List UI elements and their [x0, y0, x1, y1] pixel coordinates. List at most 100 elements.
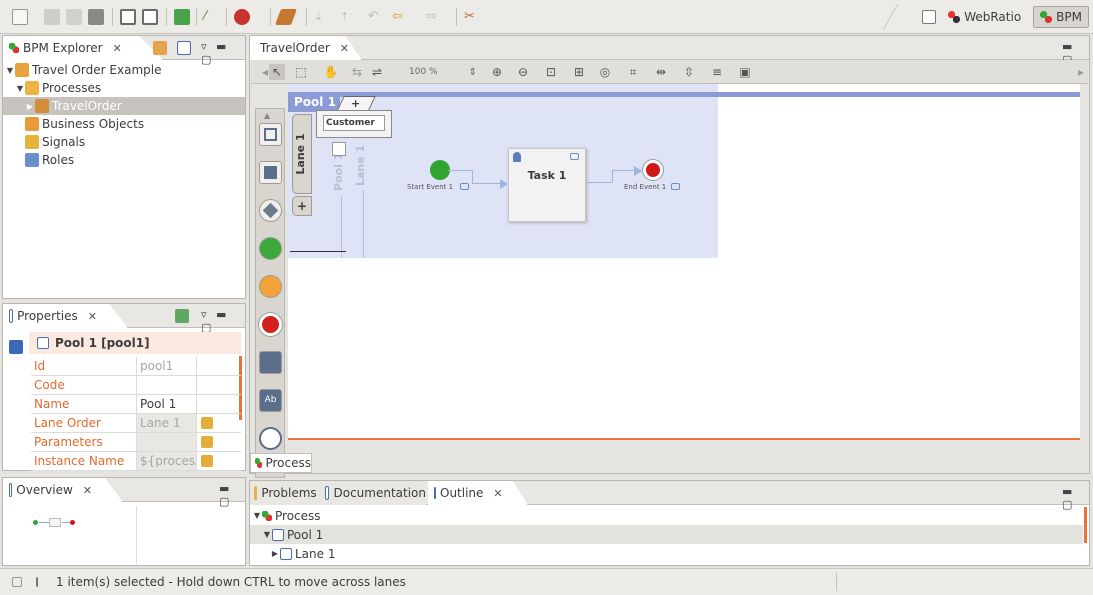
open-perspective-icon[interactable] [922, 9, 937, 24]
property-value[interactable]: Lane 1 [137, 414, 197, 432]
pool-label[interactable]: Pool 1 [288, 92, 340, 112]
link-icon[interactable] [153, 41, 167, 55]
tree-item[interactable]: Signals [3, 133, 245, 151]
end-event[interactable] [643, 160, 663, 180]
brush-icon[interactable] [275, 9, 297, 25]
search-wand-icon[interactable]: ✂ [464, 9, 480, 25]
outline-item[interactable]: ▼ Process [250, 506, 1083, 525]
property-row[interactable]: Instance Name ${processI [31, 452, 241, 471]
property-row[interactable]: Parameters [31, 433, 241, 452]
zoom-selection-icon[interactable]: ⊞ [571, 64, 587, 80]
task-tool-icon[interactable] [259, 351, 282, 374]
zoom-reset-icon[interactable]: ◎ [597, 64, 613, 80]
close-icon[interactable]: ✕ [113, 42, 122, 55]
zoom-select[interactable]: 100 % ⇕ [401, 63, 481, 81]
sequence-flow[interactable] [472, 183, 502, 184]
overview-thumbnail[interactable] [9, 506, 137, 564]
marquee-tool-icon[interactable]: ⬚ [293, 64, 309, 80]
expand-icon[interactable]: ▼ [262, 530, 272, 539]
comment-icon[interactable] [570, 153, 579, 160]
tree-item[interactable]: ▼ Travel Order Example [3, 61, 245, 79]
distribute-vertical-icon[interactable]: ⇳ [681, 64, 697, 80]
window-icon[interactable] [120, 9, 136, 25]
palette-scroll-up-icon[interactable]: ▲ [264, 111, 270, 120]
pool-tool-icon[interactable] [259, 123, 282, 146]
export-icon[interactable]: ▣ [737, 64, 753, 80]
comment-icon[interactable] [671, 183, 680, 190]
align-icon[interactable]: ⌗ [625, 64, 641, 80]
close-icon[interactable]: ✕ [493, 487, 502, 500]
tab-problems[interactable]: Problems Documentation [250, 481, 426, 505]
tab-overview[interactable]: Overview ✕ [3, 478, 123, 502]
property-value[interactable]: pool1 [137, 357, 197, 375]
property-value[interactable]: Pool 1 [137, 395, 197, 413]
lane-tab[interactable]: Lane 1 [292, 114, 312, 194]
next-annotation-icon[interactable]: ⇣ [314, 9, 330, 25]
property-row[interactable]: Code [31, 376, 241, 395]
run-icon[interactable] [174, 9, 190, 25]
debug-icon[interactable] [234, 9, 250, 25]
collapse-icon[interactable] [177, 41, 191, 55]
outline-scrollbar[interactable] [1084, 507, 1087, 543]
message-event-tool-icon[interactable] [259, 275, 282, 298]
save-all-icon[interactable] [66, 9, 82, 25]
diagram-canvas[interactable]: Pool 1 + Lane 1 + Pool 1 Lane 1 Customer… [288, 84, 1080, 440]
edit-icon[interactable] [201, 455, 213, 467]
outline-item-selected[interactable]: ▼ Pool 1 [250, 525, 1083, 544]
flow-tool-icon[interactable]: ⇌ [369, 64, 385, 80]
comment-icon[interactable] [460, 183, 469, 190]
tab-process[interactable]: Process [250, 453, 312, 473]
save-icon[interactable] [44, 9, 60, 25]
property-value[interactable] [137, 433, 197, 451]
expand-icon[interactable]: ▶ [270, 549, 280, 558]
resize-icon[interactable] [332, 142, 346, 156]
view-menu-icon[interactable]: ▿ ▬ ▢ [201, 308, 245, 334]
expand-icon[interactable]: ▼ [5, 66, 15, 75]
start-event[interactable] [430, 160, 450, 180]
end-event-tool-icon[interactable] [259, 313, 282, 336]
lane-tool-icon[interactable] [259, 161, 282, 184]
list-icon[interactable]: ≡ [709, 64, 725, 80]
wand-icon[interactable]: ⁄ [204, 9, 220, 25]
timer-tool-icon[interactable] [259, 427, 282, 450]
expand-icon[interactable]: ▶ [25, 102, 35, 111]
connect-tool-icon[interactable]: ⇆ [349, 64, 365, 80]
property-row[interactable]: Name Pool 1 [31, 395, 241, 414]
expand-icon[interactable]: ▼ [15, 84, 25, 93]
last-edit-icon[interactable]: ↶ [368, 9, 384, 25]
lane-rename-input[interactable]: Customer [323, 115, 385, 131]
sequence-flow[interactable] [612, 170, 613, 183]
close-icon[interactable]: ✕ [340, 42, 349, 55]
zoom-fit-icon[interactable]: ⊡ [543, 64, 559, 80]
new-icon[interactable] [12, 9, 28, 25]
scroll-right-icon[interactable]: ▸ [1073, 64, 1089, 80]
tree-item[interactable]: Business Objects [3, 115, 245, 133]
property-value[interactable]: ${processI [137, 452, 197, 470]
pan-tool-icon[interactable]: ✋ [323, 64, 339, 80]
tree-item[interactable]: Roles [3, 151, 245, 169]
tree-item[interactable]: ▼ Processes [3, 79, 245, 97]
window-controls[interactable]: ▬ ▢ [219, 482, 245, 508]
sequence-flow[interactable] [612, 170, 636, 171]
edit-icon[interactable] [201, 417, 213, 429]
pin-icon[interactable] [175, 309, 189, 323]
back-icon[interactable]: ⇦ [392, 9, 408, 25]
print-icon[interactable] [88, 9, 104, 25]
sequence-flow[interactable] [472, 170, 473, 184]
forward-icon[interactable]: ⇨ [426, 9, 442, 25]
gateway-tool-icon[interactable] [259, 199, 282, 222]
close-icon[interactable]: ✕ [83, 484, 92, 497]
select-tool-icon[interactable]: ↖ [269, 64, 285, 80]
zoom-in-icon[interactable]: ⊕ [489, 64, 505, 80]
text-tool-icon[interactable]: Ab [259, 389, 282, 412]
sequence-flow[interactable] [448, 170, 472, 171]
property-row[interactable]: Id pool1 [31, 357, 241, 376]
tab-properties[interactable]: Properties ✕ [3, 304, 128, 328]
tab-bpm-explorer[interactable]: BPM Explorer ✕ [3, 36, 163, 60]
tab-travel-order[interactable]: TravelOrder ✕ [250, 36, 362, 60]
start-event-tool-icon[interactable] [259, 237, 282, 260]
perspective-bpm[interactable]: BPM [1033, 5, 1089, 28]
edit-icon[interactable] [201, 436, 213, 448]
distribute-horizontal-icon[interactable]: ⇹ [653, 64, 669, 80]
tab-outline[interactable]: Outline ✕ [428, 481, 528, 505]
